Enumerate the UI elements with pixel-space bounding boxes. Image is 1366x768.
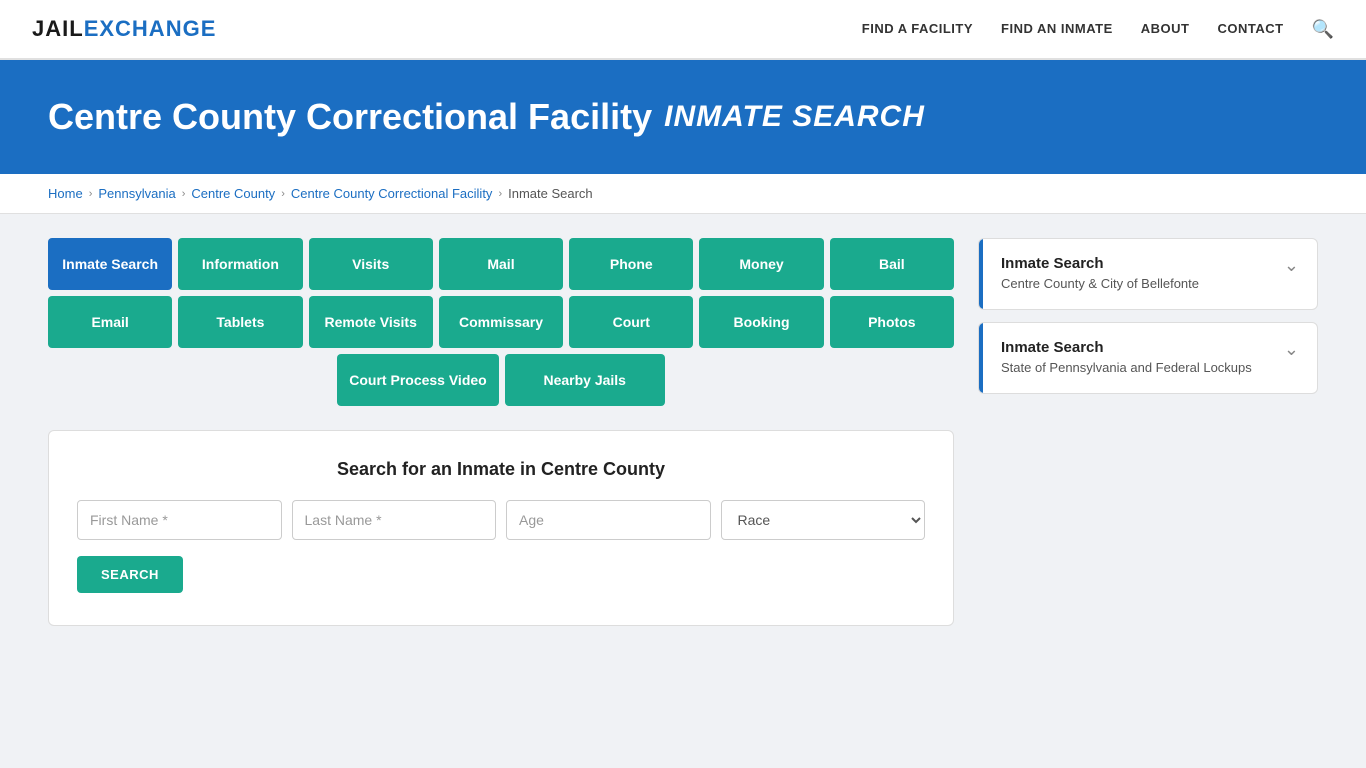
logo-jail-text: JAIL: [32, 16, 84, 41]
nav-link-find-inmate[interactable]: FIND AN INMATE: [1001, 21, 1113, 36]
breadcrumb-pennsylvania[interactable]: Pennsylvania: [98, 186, 175, 201]
breadcrumb-sep-3: ›: [281, 188, 285, 200]
breadcrumb-centre-county[interactable]: Centre County: [191, 186, 275, 201]
chevron-down-icon-1: ⌄: [1284, 255, 1299, 276]
logo-exchange-text: EXCHANGE: [84, 16, 217, 41]
nav-buttons-row-1: Inmate Search Information Visits Mail Ph…: [48, 238, 954, 290]
nav-btn-phone[interactable]: Phone: [569, 238, 693, 290]
nav-item-contact[interactable]: CONTACT: [1217, 20, 1283, 38]
breadcrumb: Home › Pennsylvania › Centre County › Ce…: [48, 186, 1318, 201]
sidebar-card-2-content: Inmate Search State of Pennsylvania and …: [1001, 339, 1252, 377]
nav-btn-bail[interactable]: Bail: [830, 238, 954, 290]
search-fields-row: Race White Black Hispanic Asian Native A…: [77, 500, 925, 540]
nav-link-contact[interactable]: CONTACT: [1217, 21, 1283, 36]
hero-facility-name: Centre County Correctional Facility: [48, 96, 652, 138]
nav-btn-court-process-video[interactable]: Court Process Video: [337, 354, 498, 406]
nav-link-about[interactable]: ABOUT: [1141, 21, 1190, 36]
left-column: Inmate Search Information Visits Mail Ph…: [48, 238, 954, 626]
sidebar-card-2-header[interactable]: Inmate Search State of Pennsylvania and …: [979, 323, 1317, 393]
nav-menu: FIND A FACILITY FIND AN INMATE ABOUT CON…: [862, 19, 1334, 40]
sidebar-card-1[interactable]: Inmate Search Centre County & City of Be…: [978, 238, 1318, 310]
sidebar-card-1-header[interactable]: Inmate Search Centre County & City of Be…: [979, 239, 1317, 309]
breadcrumb-current: Inmate Search: [508, 186, 593, 201]
nav-item-find-facility[interactable]: FIND A FACILITY: [862, 20, 973, 38]
nav-btn-money[interactable]: Money: [699, 238, 823, 290]
breadcrumb-sep-4: ›: [498, 188, 502, 200]
nav-buttons-grid: Inmate Search Information Visits Mail Ph…: [48, 238, 954, 406]
search-icon[interactable]: 🔍: [1312, 19, 1334, 39]
nav-btn-commissary[interactable]: Commissary: [439, 296, 563, 348]
nav-btn-photos[interactable]: Photos: [830, 296, 954, 348]
search-submit-button[interactable]: SEARCH: [77, 556, 183, 593]
nav-btn-nearby-jails[interactable]: Nearby Jails: [505, 354, 665, 406]
nav-item-find-inmate[interactable]: FIND AN INMATE: [1001, 20, 1113, 38]
nav-btn-court[interactable]: Court: [569, 296, 693, 348]
breadcrumb-sep-1: ›: [89, 188, 93, 200]
last-name-input[interactable]: [292, 500, 497, 540]
nav-btn-tablets[interactable]: Tablets: [178, 296, 302, 348]
hero-banner: Centre County Correctional Facility INMA…: [0, 60, 1366, 174]
sidebar-card-2-subtitle: State of Pennsylvania and Federal Lockup…: [1001, 359, 1252, 377]
sidebar-card-1-content: Inmate Search Centre County & City of Be…: [1001, 255, 1199, 293]
breadcrumb-sep-2: ›: [182, 188, 186, 200]
right-sidebar: Inmate Search Centre County & City of Be…: [978, 238, 1318, 626]
breadcrumb-home[interactable]: Home: [48, 186, 83, 201]
nav-link-find-facility[interactable]: FIND A FACILITY: [862, 21, 973, 36]
site-logo[interactable]: JAILEXCHANGE: [32, 16, 216, 42]
nav-btn-inmate-search[interactable]: Inmate Search: [48, 238, 172, 290]
sidebar-card-1-subtitle: Centre County & City of Bellefonte: [1001, 275, 1199, 293]
nav-buttons-row-2: Email Tablets Remote Visits Commissary C…: [48, 296, 954, 348]
main-content: Inmate Search Information Visits Mail Ph…: [0, 214, 1366, 666]
nav-search-icon-wrapper[interactable]: 🔍: [1312, 19, 1334, 40]
breadcrumb-bar: Home › Pennsylvania › Centre County › Ce…: [0, 174, 1366, 214]
race-select[interactable]: Race White Black Hispanic Asian Native A…: [721, 500, 926, 540]
nav-item-about[interactable]: ABOUT: [1141, 20, 1190, 38]
age-input[interactable]: [506, 500, 711, 540]
sidebar-card-2-title: Inmate Search: [1001, 339, 1252, 356]
nav-btn-email[interactable]: Email: [48, 296, 172, 348]
nav-btn-visits[interactable]: Visits: [309, 238, 433, 290]
nav-btn-information[interactable]: Information: [178, 238, 302, 290]
sidebar-card-2[interactable]: Inmate Search State of Pennsylvania and …: [978, 322, 1318, 394]
nav-buttons-row-3: Court Process Video Nearby Jails: [48, 354, 954, 406]
sidebar-card-1-title: Inmate Search: [1001, 255, 1199, 272]
hero-section-label: INMATE SEARCH: [664, 100, 925, 134]
search-form-title: Search for an Inmate in Centre County: [77, 459, 925, 480]
nav-btn-mail[interactable]: Mail: [439, 238, 563, 290]
chevron-down-icon-2: ⌄: [1284, 339, 1299, 360]
nav-btn-booking[interactable]: Booking: [699, 296, 823, 348]
first-name-input[interactable]: [77, 500, 282, 540]
inmate-search-form: Search for an Inmate in Centre County Ra…: [48, 430, 954, 626]
nav-btn-remote-visits[interactable]: Remote Visits: [309, 296, 433, 348]
navbar: JAILEXCHANGE FIND A FACILITY FIND AN INM…: [0, 0, 1366, 60]
breadcrumb-facility[interactable]: Centre County Correctional Facility: [291, 186, 493, 201]
